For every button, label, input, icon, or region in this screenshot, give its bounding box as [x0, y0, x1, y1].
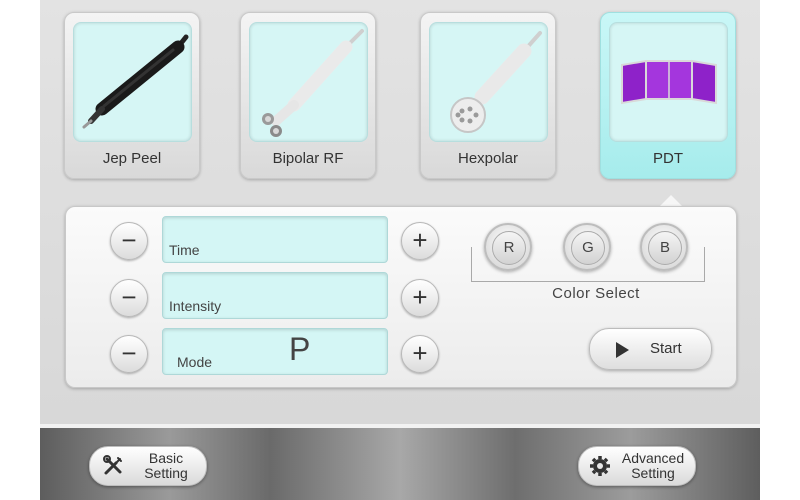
control-panel: − Time + − Intensity + − Mode P + R G B — [65, 206, 737, 388]
mode-label: Mode — [177, 354, 213, 370]
mode-minus-button[interactable]: − — [110, 335, 148, 373]
start-button[interactable]: Start — [589, 328, 712, 370]
time-plus-button[interactable]: + — [401, 222, 439, 260]
mode-card-pdt[interactable]: PDT — [600, 12, 736, 179]
mode-card-label: PDT — [653, 150, 683, 167]
mode-field[interactable]: Mode P — [162, 328, 388, 375]
minus-icon: − — [121, 338, 137, 368]
plus-icon: + — [412, 282, 428, 312]
intensity-field[interactable]: Intensity — [162, 272, 388, 319]
time-minus-button[interactable]: − — [110, 222, 148, 260]
advanced-setting-button[interactable]: Advanced Setting — [578, 446, 696, 486]
mode-value: P — [289, 331, 311, 367]
play-icon — [616, 342, 629, 358]
basic-setting-line2: Setting — [144, 465, 188, 481]
color-r-button[interactable]: R — [484, 223, 532, 271]
color-select-title: Color Select — [552, 285, 640, 302]
minus-icon: − — [121, 282, 137, 312]
mode-card-label: Jep Peel — [102, 150, 162, 167]
hexpolar-handpiece-icon — [429, 22, 548, 142]
plus-icon: + — [412, 338, 428, 368]
pdt-light-panel-icon — [609, 22, 728, 142]
advanced-setting-line2: Setting — [631, 465, 675, 481]
mode-card-hexpolar[interactable]: Hexpolar — [420, 12, 556, 179]
advanced-setting-label: Advanced Setting — [613, 451, 693, 481]
jep-peel-handpiece-icon — [73, 22, 192, 142]
mode-card-bipolar-rf[interactable]: Bipolar RF — [240, 12, 376, 179]
basic-setting-label: Basic Setting — [136, 451, 196, 481]
intensity-label: Intensity — [169, 298, 222, 314]
color-r-label: R — [492, 231, 526, 265]
tools-icon — [103, 455, 122, 475]
color-g-label: G — [571, 231, 605, 265]
device-screen: Jep Peel Bipolar RF Hexpolar PDT − Time … — [40, 0, 760, 500]
advanced-setting-line1: Advanced — [621, 450, 685, 466]
intensity-minus-button[interactable]: − — [110, 279, 148, 317]
time-label: Time — [169, 242, 200, 258]
time-field[interactable]: Time — [162, 216, 388, 263]
basic-setting-line1: Basic — [148, 450, 184, 466]
intensity-plus-button[interactable]: + — [401, 279, 439, 317]
gear-icon — [590, 456, 610, 476]
basic-setting-button[interactable]: Basic Setting — [89, 446, 207, 486]
color-b-label: B — [648, 231, 682, 265]
bipolar-rf-handpiece-icon — [249, 22, 368, 142]
mode-card-label: Bipolar RF — [272, 150, 344, 167]
minus-icon: − — [121, 225, 137, 255]
color-b-button[interactable]: B — [640, 223, 688, 271]
plus-icon: + — [412, 225, 428, 255]
mode-card-jep-peel[interactable]: Jep Peel — [64, 12, 200, 179]
mode-plus-button[interactable]: + — [401, 335, 439, 373]
color-g-button[interactable]: G — [563, 223, 611, 271]
start-label: Start — [650, 340, 682, 357]
mode-card-label: Hexpolar — [457, 150, 519, 167]
